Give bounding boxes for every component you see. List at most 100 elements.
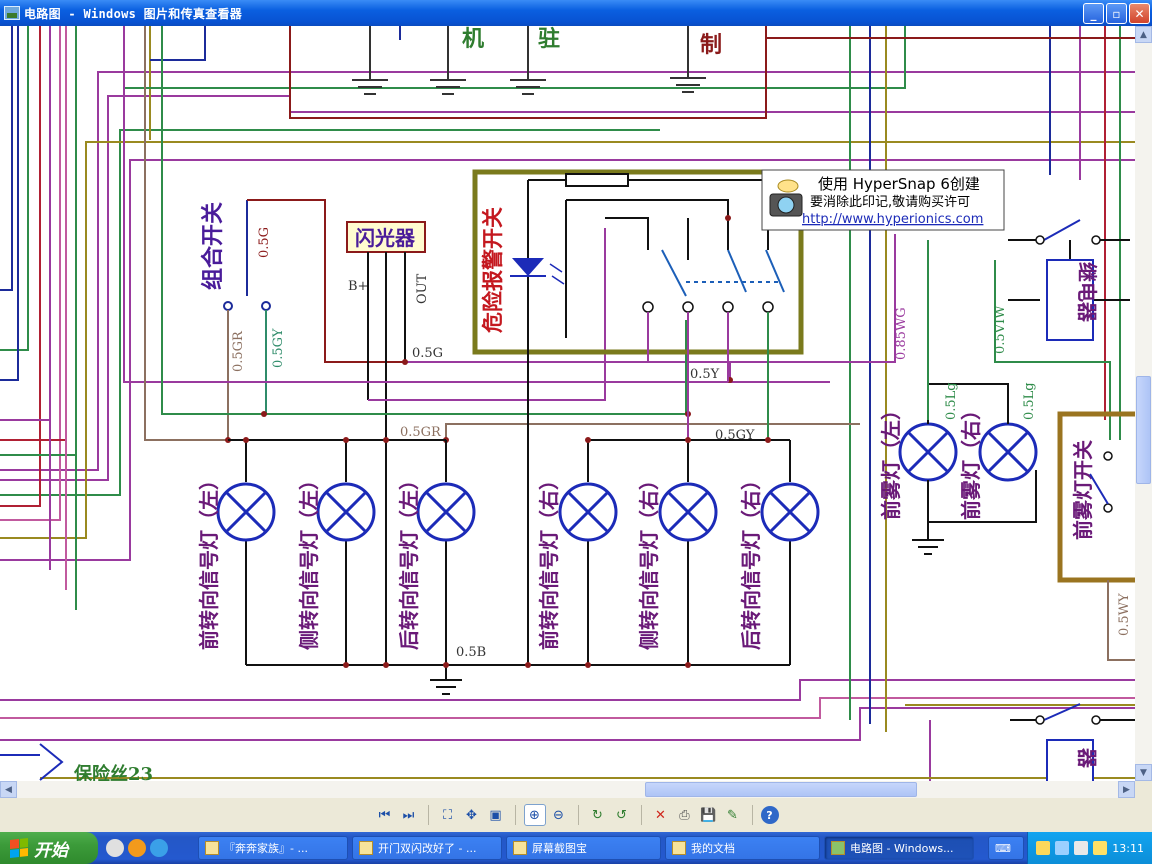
wire-label-gy1: 0.5GY	[271, 328, 286, 368]
volume-icon[interactable]	[1074, 841, 1089, 855]
vertical-scroll-thumb[interactable]	[1136, 376, 1151, 484]
lamp-label-rear-right: 后转向信号灯（右）	[739, 470, 763, 650]
delete-icon[interactable]: ✕	[650, 804, 672, 826]
folder-icon	[672, 841, 686, 855]
taskbar-item-active[interactable]: 电路图 - Windows...	[824, 836, 974, 860]
wire-label-wg: 0.85WG	[894, 307, 909, 360]
slideshow-icon[interactable]: ▣	[485, 804, 507, 826]
wire-label-b: 0.5B	[456, 645, 486, 660]
windows-logo-icon	[10, 838, 28, 858]
document-icon	[205, 841, 219, 855]
zoom-out-icon[interactable]: ⊖	[548, 804, 570, 826]
window-title: 电路图 - Windows 图片和传真查看器	[24, 6, 243, 21]
taskbar-item-label: 电路图 - Windows...	[850, 842, 954, 855]
wire-label-g1: 0.5G	[257, 227, 272, 258]
keyboard-icon[interactable]: ⌨	[988, 836, 1024, 860]
lamp-label-rear-left: 后转向信号灯（左）	[397, 470, 421, 650]
combo-switch-label: 组合开关	[200, 202, 226, 290]
wire-label-gr2: 0.5GR	[400, 425, 442, 440]
browser-icon[interactable]	[128, 839, 146, 857]
toolbar-separator	[640, 805, 642, 825]
horizontal-scrollbar[interactable]: ◀ ▶	[0, 781, 1135, 798]
flasher-label: 闪光器	[355, 226, 416, 250]
open-with-icon[interactable]: ✎	[722, 804, 744, 826]
wire-label-y: 0.5Y	[690, 367, 720, 382]
security-icon[interactable]	[1093, 841, 1108, 855]
zoom-in-icon[interactable]: ⊕	[523, 804, 546, 826]
wire-label-lg2: 0.5Lg	[1022, 382, 1037, 420]
watermark-url: http://www.hyperionics.com	[802, 212, 983, 227]
tray-app-icon[interactable]	[1036, 841, 1051, 855]
scrollbar-corner	[1135, 781, 1152, 798]
lamp-label-side-left: 侧转向信号灯（左）	[297, 470, 321, 650]
lamp-label-side-right: 侧转向信号灯（右）	[637, 470, 661, 650]
relay-label-bottom: 器	[1075, 747, 1099, 769]
maximize-button[interactable]: ▫	[1106, 3, 1127, 24]
close-button[interactable]: ✕	[1129, 3, 1150, 24]
wire-label-gr1: 0.5GR	[231, 330, 246, 372]
watermark-line1: 使用 HyperSnap 6创建	[818, 175, 980, 193]
scroll-up-button[interactable]: ▲	[1135, 26, 1152, 43]
next-image-icon[interactable]: ⏭	[398, 804, 420, 826]
show-desktop-icon[interactable]	[106, 839, 124, 857]
rotate-counterclockwise-icon[interactable]: ↺	[611, 804, 633, 826]
flasher-pin-b: B+	[348, 279, 368, 294]
flasher-pin-out: OUT	[415, 273, 430, 304]
network-icon[interactable]	[1055, 841, 1070, 855]
circuit-diagram: 机 驻 制 组合开关 0.5G 0.5GR 0.5GY 闪光器 B+ OUT 0…	[0, 26, 1135, 781]
taskbar-item[interactable]: 『奔奔家族』- ...	[198, 836, 348, 860]
document-icon	[359, 841, 373, 855]
partial-label-c: 制	[700, 32, 722, 58]
toolbar-separator	[577, 805, 579, 825]
print-icon[interactable]: ⎙	[674, 804, 696, 826]
start-label: 开始	[34, 840, 68, 861]
folder-icon	[513, 841, 527, 855]
wire-label-g2: 0.5G	[412, 346, 443, 361]
taskbar-item-label: 『奔奔家族』- ...	[224, 842, 308, 855]
toolbar-separator	[427, 805, 429, 825]
watermark-line2: 要消除此印记,敬请购买许可	[810, 194, 970, 210]
scroll-down-button[interactable]: ▼	[1135, 764, 1152, 781]
wire-label-lg1: 0.5Lg	[944, 382, 959, 420]
rotate-clockwise-icon[interactable]: ↻	[587, 804, 609, 826]
start-button[interactable]: 开始	[0, 832, 98, 864]
previous-image-icon[interactable]: ⏮	[374, 804, 396, 826]
fuse-label: 保险丝23	[73, 763, 153, 781]
window-title-bar[interactable]: 电路图 - Windows 图片和传真查看器 _ ▫ ✕	[0, 0, 1152, 26]
partial-label-b: 驻	[538, 26, 560, 52]
actual-size-icon[interactable]: ✥	[461, 804, 483, 826]
help-icon[interactable]: ?	[760, 806, 779, 824]
scroll-left-button[interactable]: ◀	[0, 781, 17, 798]
taskbar: 开始 『奔奔家族』- ... 开门双闪改好了 - ... 屏幕截图宝 我的文档 …	[0, 832, 1152, 864]
minimize-button[interactable]: _	[1083, 3, 1104, 24]
quick-launch	[106, 839, 168, 857]
system-tray: 13:11	[1027, 832, 1152, 864]
fog-switch-label: 前雾灯开关	[1071, 440, 1095, 540]
clock[interactable]: 13:11	[1112, 842, 1144, 855]
wire-label-wy: 0.5WY	[1117, 593, 1132, 636]
viewer-toolbar: ⏮ ⏭ ⛶ ✥ ▣ ⊕ ⊖ ↻ ↺ ✕ ⎙ 💾 ✎ ?	[0, 798, 1152, 832]
toolbar-separator	[751, 805, 753, 825]
image-viewport[interactable]: 机 驻 制 组合开关 0.5G 0.5GR 0.5GY 闪光器 B+ OUT 0…	[0, 26, 1135, 781]
image-viewer-app-icon	[4, 6, 20, 20]
taskbar-item-label: 开门双闪改好了 - ...	[378, 842, 477, 855]
lamp-label-fog-left: 前雾灯（左）	[879, 400, 903, 520]
taskbar-item-label: 屏幕截图宝	[532, 842, 587, 855]
taskbar-item[interactable]: 屏幕截图宝	[506, 836, 661, 860]
taskbar-item[interactable]: 我的文档	[665, 836, 820, 860]
toolbar-separator	[514, 805, 516, 825]
lamp-label-front-left: 前转向信号灯（左）	[197, 470, 221, 650]
relay-label: 继电器	[1075, 262, 1099, 323]
scroll-right-button[interactable]: ▶	[1118, 781, 1135, 798]
horizontal-scroll-thumb[interactable]	[645, 782, 917, 797]
taskbar-item[interactable]: 开门双闪改好了 - ...	[352, 836, 502, 860]
partial-label-a: 机	[462, 26, 484, 52]
image-viewer-icon	[831, 841, 845, 855]
ie-icon[interactable]	[150, 839, 168, 857]
hazard-switch-label: 危险报警开关	[480, 207, 505, 333]
lamp-label-fog-right: 前雾灯（右）	[959, 400, 983, 520]
best-fit-icon[interactable]: ⛶	[437, 804, 459, 826]
save-icon[interactable]: 💾	[698, 804, 720, 826]
vertical-scrollbar[interactable]: ▲ ▼	[1135, 26, 1152, 781]
taskbar-item-label: 我的文档	[691, 842, 735, 855]
